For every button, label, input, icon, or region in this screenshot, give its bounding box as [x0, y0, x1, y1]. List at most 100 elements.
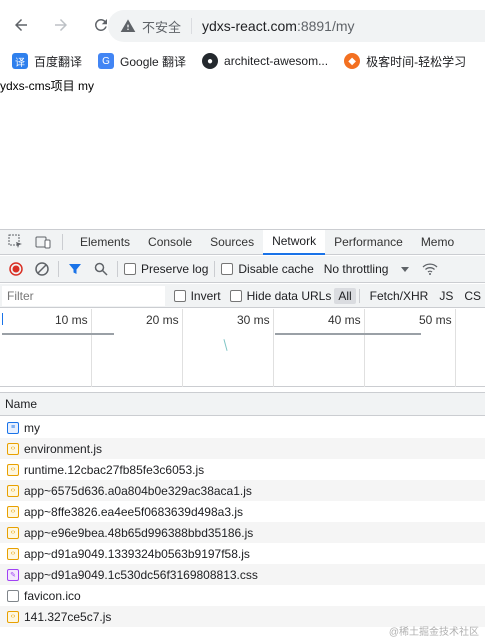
- requests-table: ≡ my ‹› environment.js ‹› runtime.12cbac…: [0, 417, 485, 627]
- timeline-request-bar: [223, 339, 228, 351]
- table-row[interactable]: ‹› app~8ffe3826.ea4ee5f0683639d498a3.js: [0, 501, 485, 522]
- address-bar[interactable]: 不安全 ydxs-react.com :8891/my: [108, 10, 485, 42]
- timeline-tick-label: 10 ms: [55, 313, 88, 327]
- script-icon: ‹›: [7, 442, 19, 455]
- script-icon: ‹›: [7, 505, 19, 518]
- inspect-element-icon[interactable]: [5, 231, 27, 253]
- github-icon: ●: [202, 53, 219, 69]
- warning-icon: [120, 19, 136, 32]
- timeline-request-bar: [2, 313, 3, 325]
- request-name: favicon.ico: [24, 588, 81, 603]
- divider: [62, 234, 63, 250]
- search-icon[interactable]: [91, 259, 111, 279]
- invert-checkbox[interactable]: Invert: [173, 288, 221, 303]
- disable-cache-label: Disable cache: [238, 262, 314, 276]
- divider: [214, 261, 216, 277]
- timeline-gridline: [182, 309, 183, 387]
- timeline-tick-label: 30 ms: [237, 313, 270, 327]
- address-separator: [191, 18, 193, 34]
- table-row[interactable]: ‹› app~6575d636.a0a804b0e329ac38aca1.js: [0, 480, 485, 501]
- bookmark-geektime[interactable]: ◆ 极客时间-轻松学习: [344, 53, 466, 70]
- table-row[interactable]: ✎ app~d91a9049.1c530dc56f3169808813.css: [0, 564, 485, 585]
- divider: [58, 261, 59, 277]
- request-name: my: [24, 420, 40, 435]
- checkbox-box[interactable]: [124, 263, 136, 275]
- translate-icon: 译: [12, 53, 28, 69]
- invert-label: Invert: [190, 288, 221, 303]
- table-row[interactable]: ‹› app~d91a9049.1339324b0563b9197f58.js: [0, 543, 485, 564]
- tab-console[interactable]: Console: [139, 230, 201, 255]
- forward-button[interactable]: [48, 12, 74, 38]
- back-button[interactable]: [8, 12, 34, 38]
- throttling-select[interactable]: No throttling: [324, 262, 411, 276]
- request-name: environment.js: [24, 441, 103, 456]
- table-row[interactable]: ‹› app~e96e9bea.48b65d996388bbd35186.js: [0, 522, 485, 543]
- request-name: app~e96e9bea.48b65d996388bbd35186.js: [24, 525, 254, 540]
- table-header-name[interactable]: Name: [0, 392, 485, 416]
- type-filter-js[interactable]: JS: [435, 288, 457, 304]
- timeline-gridline: [91, 309, 92, 387]
- request-name: app~6575d636.a0a804b0e329ac38aca1.js: [24, 483, 252, 498]
- request-name: runtime.12cbac27fb85fe3c6053.js: [24, 462, 205, 477]
- tab-memory[interactable]: Memo: [412, 230, 463, 255]
- browser-toolbar: 不安全 ydxs-react.com :8891/my: [0, 0, 485, 50]
- bookmarks-bar: 译 百度翻译 G Google 翻译 ● architect-awesom...…: [0, 50, 485, 72]
- clear-icon[interactable]: [32, 259, 52, 279]
- timeline-gridline: [455, 309, 456, 387]
- table-row[interactable]: ‹› runtime.12cbac27fb85fe3c6053.js: [0, 459, 485, 480]
- bookmark-google-translate[interactable]: G Google 翻译: [98, 53, 186, 70]
- arrow-left-icon: [15, 19, 27, 31]
- checkbox-box[interactable]: [229, 289, 242, 302]
- request-name: 141.327ce5c7.js: [24, 609, 112, 624]
- bookmark-label: Google 翻译: [120, 54, 187, 69]
- hide-data-urls-label: Hide data URLs: [246, 288, 332, 303]
- google-translate-icon: G: [98, 53, 115, 69]
- tab-elements[interactable]: Elements: [71, 230, 139, 255]
- tab-sources[interactable]: Sources: [201, 230, 263, 255]
- tab-network[interactable]: Network: [263, 229, 326, 255]
- network-conditions-icon[interactable]: [420, 259, 440, 279]
- type-filter-all[interactable]: All: [334, 287, 356, 304]
- timeline-request-bar: [275, 333, 421, 335]
- timeline-tick-label: 20 ms: [146, 313, 179, 327]
- bookmark-label: 百度翻译: [34, 54, 83, 69]
- filter-input[interactable]: Filter: [2, 285, 165, 306]
- tab-performance[interactable]: Performance: [325, 230, 412, 255]
- filter-bar: Filter Invert Hide data URLs All Fetch/X…: [0, 284, 485, 308]
- script-icon: ‹›: [7, 463, 19, 476]
- type-filter-fetch-xhr[interactable]: Fetch/XHR: [366, 288, 433, 304]
- timeline-gridline: [364, 309, 365, 387]
- filter-icon[interactable]: [65, 259, 85, 279]
- disable-cache-checkbox[interactable]: Disable cache: [221, 262, 314, 276]
- script-icon: ‹›: [7, 610, 19, 623]
- checkbox-box[interactable]: [221, 263, 234, 275]
- script-icon: ‹›: [7, 547, 19, 560]
- script-icon: ‹›: [7, 484, 19, 497]
- url-path: :8891/my: [296, 18, 355, 34]
- dropdown-arrow-icon: [401, 267, 410, 272]
- timeline-tick-label: 40 ms: [328, 313, 361, 327]
- checkbox-box[interactable]: [173, 289, 186, 302]
- timeline-gridline: [273, 309, 274, 387]
- table-row[interactable]: ≡ my: [0, 417, 485, 438]
- preserve-log-label: Preserve log: [141, 262, 209, 276]
- devtools-tabbar: Elements Console Sources Network Perform…: [0, 229, 485, 255]
- arrow-right-icon: [55, 19, 67, 31]
- table-row[interactable]: favicon.ico: [0, 585, 485, 606]
- geektime-icon: ◆: [344, 53, 361, 69]
- bookmark-architect-awesome[interactable]: ● architect-awesom...: [202, 53, 328, 69]
- network-timeline-overview[interactable]: 10 ms 20 ms 30 ms 40 ms 50 ms: [0, 309, 485, 387]
- device-toolbar-icon[interactable]: [32, 231, 54, 253]
- preserve-log-checkbox[interactable]: Preserve log: [124, 262, 208, 276]
- hide-data-urls-checkbox[interactable]: Hide data URLs: [229, 288, 332, 303]
- script-icon: ‹›: [7, 526, 19, 539]
- throttling-value: No throttling: [323, 262, 389, 276]
- page-content-text: ydxs-cms项目 my: [0, 79, 94, 93]
- request-name: app~d91a9049.1c530dc56f3169808813.css: [24, 567, 258, 582]
- record-icon[interactable]: [6, 259, 26, 279]
- type-filter-css[interactable]: CS: [460, 288, 485, 304]
- request-name: app~d91a9049.1339324b0563b9197f58.js: [24, 546, 250, 561]
- divider: [358, 288, 360, 303]
- table-row[interactable]: ‹› environment.js: [0, 438, 485, 459]
- bookmark-baidu-translate[interactable]: 译 百度翻译: [12, 53, 82, 70]
